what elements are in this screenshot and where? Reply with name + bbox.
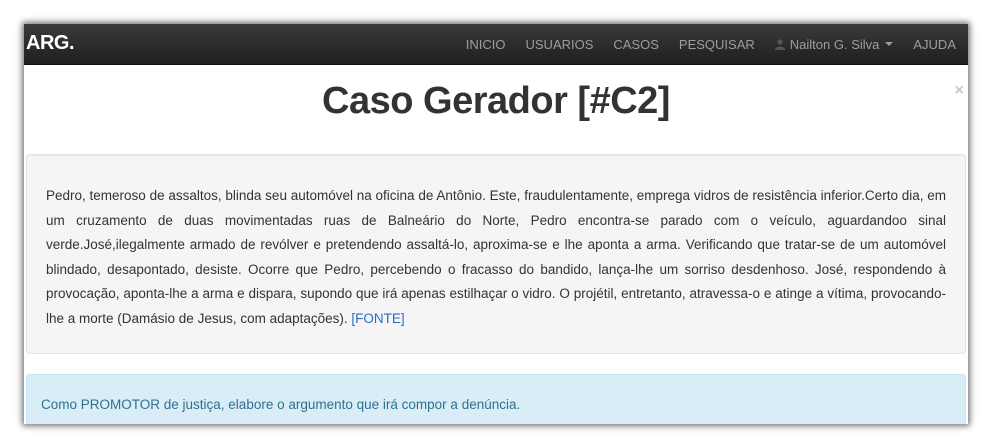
case-text-body: Pedro, temeroso de assaltos, blinda seu …: [46, 188, 946, 326]
user-icon: [774, 38, 785, 50]
nav-link-inicio[interactable]: INICIO: [466, 37, 506, 52]
nav-link-ajuda[interactable]: AJUDA: [913, 37, 956, 52]
case-description-panel: Pedro, temeroso de assaltos, blinda seu …: [26, 154, 966, 354]
caret-down-icon: [885, 42, 894, 46]
nav-link-usuarios[interactable]: USUARIOS: [526, 37, 594, 52]
page-title: Caso Gerador [#C2]: [322, 80, 670, 122]
nav-links: INICIO USUARIOS CASOS PESQUISAR Nailton …: [446, 24, 956, 64]
nav-link-pesquisar[interactable]: PESQUISAR: [679, 37, 755, 52]
app-window: ARG. INICIO USUARIOS CASOS PESQUISAR Nai…: [24, 24, 968, 424]
brand-logo[interactable]: ARG.: [26, 32, 75, 55]
instruction-text: Como PROMOTOR de justiça, elabore o argu…: [41, 397, 521, 412]
top-navbar: ARG. INICIO USUARIOS CASOS PESQUISAR Nai…: [24, 24, 968, 65]
source-link[interactable]: [FONTE]: [351, 311, 404, 326]
case-text: Pedro, temeroso de assaltos, blinda seu …: [27, 155, 965, 331]
user-name: Nailton G. Silva: [789, 36, 880, 52]
user-menu-dropdown[interactable]: Nailton G. Silva: [774, 36, 894, 52]
instruction-alert: Como PROMOTOR de justiça, elabore o argu…: [26, 374, 966, 424]
nav-link-casos[interactable]: CASOS: [613, 37, 659, 52]
